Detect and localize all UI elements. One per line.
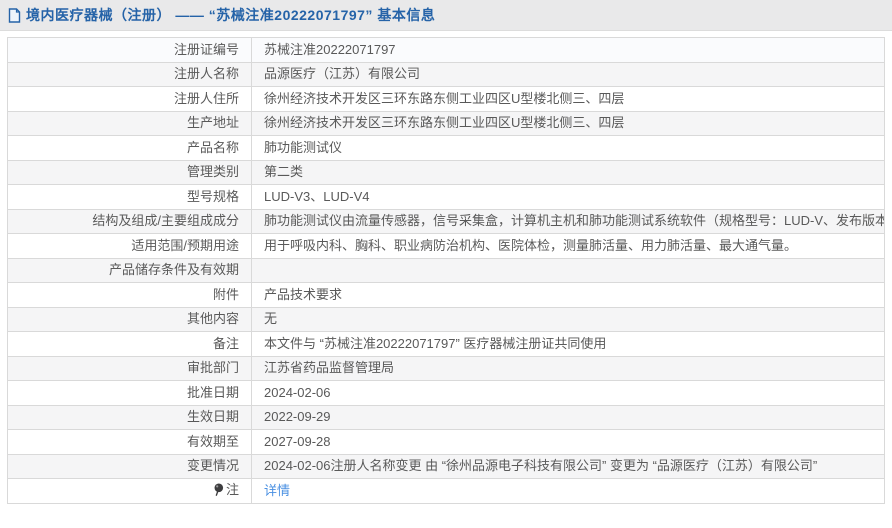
table-row: 适用范围/预期用途 用于呼吸内科、胸科、职业病防治机构、医院体检，测量肺活量、用…	[8, 234, 885, 259]
row-label-effective-date: 生效日期	[8, 405, 252, 430]
table-row: 生效日期 2022-09-29	[8, 405, 885, 430]
row-value-structure-composition: 肺功能测试仪由流量传感器，信号采集盒，计算机主机和肺功能测试系统软件（规格型号：…	[252, 209, 885, 234]
pin-icon	[213, 483, 224, 500]
row-value-attachment: 产品技术要求	[252, 283, 885, 308]
row-label-other-content: 其他内容	[8, 307, 252, 332]
row-value-approval-date: 2024-02-06	[252, 381, 885, 406]
row-value-other-content: 无	[252, 307, 885, 332]
row-label-approval-department: 审批部门	[8, 356, 252, 381]
detail-link[interactable]: 详情	[264, 483, 290, 498]
row-label-expiry-date: 有效期至	[8, 430, 252, 455]
row-value-change-status: 2024-02-06注册人名称变更 由 “徐州品源电子科技有限公司” 变更为 “…	[252, 454, 885, 479]
row-value-registration-number: 苏械注准20222071797	[252, 38, 885, 63]
row-label-remarks: 备注	[8, 332, 252, 357]
row-label-registration-number: 注册证编号	[8, 38, 252, 63]
row-label-storage-validity: 产品储存条件及有效期	[8, 258, 252, 283]
table-row: 产品储存条件及有效期	[8, 258, 885, 283]
page-header: 境内医疗器械（注册） —— “苏械注准20222071797” 基本信息	[0, 0, 892, 31]
page-title: 境内医疗器械（注册） —— “苏械注准20222071797” 基本信息	[26, 5, 435, 25]
row-label-product-name: 产品名称	[8, 136, 252, 161]
table-row: 备注 本文件与 “苏械注准20222071797” 医疗器械注册证共同使用	[8, 332, 885, 357]
row-value-expiry-date: 2027-09-28	[252, 430, 885, 455]
table-row: 管理类别 第二类	[8, 160, 885, 185]
table-row: 注册证编号 苏械注准20222071797	[8, 38, 885, 63]
document-icon	[8, 8, 21, 23]
table-row: 型号规格 LUD-V3、LUD-V4	[8, 185, 885, 210]
table-row: 附件 产品技术要求	[8, 283, 885, 308]
note-label: 注	[226, 482, 239, 497]
table-row: 其他内容 无	[8, 307, 885, 332]
table-row: 产品名称 肺功能测试仪	[8, 136, 885, 161]
row-value-intended-use: 用于呼吸内科、胸科、职业病防治机构、医院体检，测量肺活量、用力肺活量、最大通气量…	[252, 234, 885, 259]
table-row: 注 详情	[8, 479, 885, 504]
row-value-registrant-name: 品源医疗（江苏）有限公司	[252, 62, 885, 87]
table-row: 注册人住所 徐州经济技术开发区三环东路东侧工业四区U型楼北侧三、四层	[8, 87, 885, 112]
table-row: 注册人名称 品源医疗（江苏）有限公司	[8, 62, 885, 87]
row-label-attachment: 附件	[8, 283, 252, 308]
row-label-management-category: 管理类别	[8, 160, 252, 185]
row-label-intended-use: 适用范围/预期用途	[8, 234, 252, 259]
row-label-note: 注	[8, 479, 252, 504]
row-value-remarks: 本文件与 “苏械注准20222071797” 医疗器械注册证共同使用	[252, 332, 885, 357]
table-row: 审批部门 江苏省药品监督管理局	[8, 356, 885, 381]
table-row: 变更情况 2024-02-06注册人名称变更 由 “徐州品源电子科技有限公司” …	[8, 454, 885, 479]
row-value-effective-date: 2022-09-29	[252, 405, 885, 430]
table-row: 生产地址 徐州经济技术开发区三环东路东侧工业四区U型楼北侧三、四层	[8, 111, 885, 136]
row-value-storage-validity	[252, 258, 885, 283]
row-label-change-status: 变更情况	[8, 454, 252, 479]
row-value-product-name: 肺功能测试仪	[252, 136, 885, 161]
table-row: 结构及组成/主要组成成分 肺功能测试仪由流量传感器，信号采集盒，计算机主机和肺功…	[8, 209, 885, 234]
basic-info-table: 注册证编号 苏械注准20222071797 注册人名称 品源医疗（江苏）有限公司…	[7, 37, 885, 504]
row-label-production-address: 生产地址	[8, 111, 252, 136]
table-row: 批准日期 2024-02-06	[8, 381, 885, 406]
table-row: 有效期至 2027-09-28	[8, 430, 885, 455]
row-label-approval-date: 批准日期	[8, 381, 252, 406]
row-label-registrant-name: 注册人名称	[8, 62, 252, 87]
row-value-production-address: 徐州经济技术开发区三环东路东侧工业四区U型楼北侧三、四层	[252, 111, 885, 136]
row-label-model-spec: 型号规格	[8, 185, 252, 210]
row-value-approval-department: 江苏省药品监督管理局	[252, 356, 885, 381]
row-value-model-spec: LUD-V3、LUD-V4	[252, 185, 885, 210]
row-value-management-category: 第二类	[252, 160, 885, 185]
row-label-registrant-address: 注册人住所	[8, 87, 252, 112]
row-label-structure-composition: 结构及组成/主要组成成分	[8, 209, 252, 234]
row-value-registrant-address: 徐州经济技术开发区三环东路东侧工业四区U型楼北侧三、四层	[252, 87, 885, 112]
